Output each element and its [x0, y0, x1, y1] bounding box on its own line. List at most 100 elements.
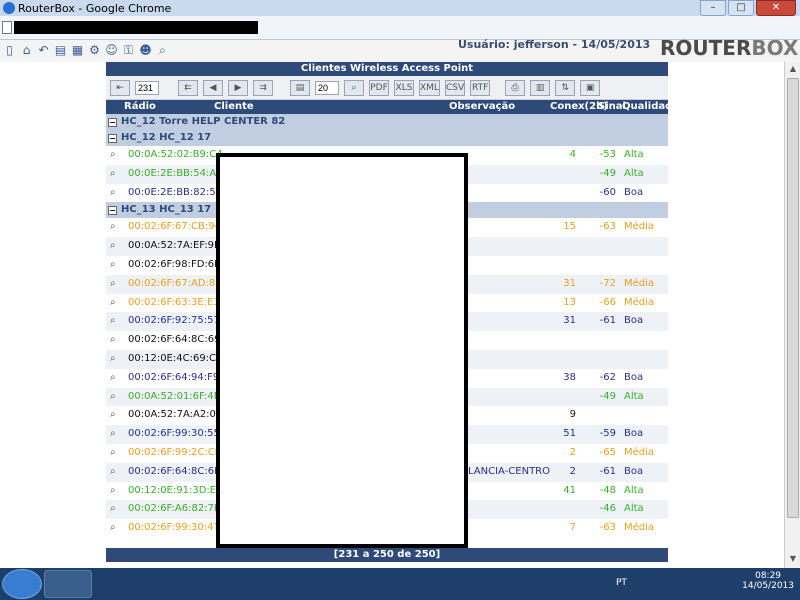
minimize-button[interactable]: – — [700, 0, 726, 16]
media-taskbar-button[interactable] — [192, 570, 240, 598]
xml-button[interactable]: XML — [419, 79, 440, 96]
window-title: RouterBox - Google Chrome — [18, 1, 172, 15]
firefox-taskbar-button[interactable] — [96, 570, 144, 598]
pdf-button[interactable]: PDF — [369, 79, 389, 96]
redacted-url — [14, 21, 258, 34]
magnifier-icon[interactable]: ⌕ — [110, 369, 116, 388]
rows-icon[interactable]: ▤ — [290, 79, 310, 96]
scrollbar[interactable]: ▲ ▼ — [784, 62, 800, 568]
magnifier-icon[interactable]: ⌕ — [110, 482, 116, 501]
rewind-button[interactable]: ⇇ — [178, 79, 198, 96]
magnifier-icon[interactable]: ⌕ — [110, 294, 116, 313]
csv-button[interactable]: CSV — [444, 79, 466, 96]
mac-address: 00:02:6F:99:2C:CB — [128, 446, 222, 458]
col-qualidade[interactable]: Qualidade — [622, 101, 679, 112]
qualidade: Alta — [624, 149, 644, 160]
folder-icon[interactable]: ▤ — [53, 43, 68, 58]
sinal: -53 — [599, 149, 616, 160]
magnifier-icon[interactable]: ⌕ — [110, 406, 116, 425]
app-taskbar-button[interactable] — [240, 570, 288, 598]
save-button[interactable]: ▣ — [580, 79, 601, 96]
magnifier-icon[interactable]: ⌕ — [110, 500, 116, 519]
scroll-down-icon[interactable]: ▼ — [787, 554, 799, 566]
col-obs[interactable]: Observação — [449, 101, 515, 112]
scroll-thumb[interactable] — [787, 78, 799, 518]
col-radio[interactable]: Rádio — [124, 101, 156, 112]
collapse-icon[interactable]: − — [108, 133, 117, 143]
mac-address: 00:02:6F:98:FD:6B — [128, 258, 222, 270]
group-header[interactable]: − HC_12 Torre HELP CENTER 82 — [106, 114, 668, 130]
forward-button[interactable]: ⇉ — [253, 79, 273, 96]
prev-button[interactable]: ◀ — [203, 79, 223, 96]
magnifier-icon[interactable]: ⌕ — [110, 444, 116, 463]
explorer-taskbar-button[interactable] — [144, 570, 192, 598]
close-button[interactable]: ✕ — [756, 0, 796, 16]
sinal: -60 — [599, 186, 616, 198]
mac-address: 00:02:6F:63:3E:E3 — [128, 296, 220, 308]
home-icon[interactable]: ⌂ — [19, 43, 34, 58]
col-cliente[interactable]: Cliente — [214, 101, 254, 112]
qualidade: Alta — [624, 167, 644, 179]
collapse-icon[interactable]: − — [108, 117, 117, 127]
sinal: -49 — [599, 390, 616, 402]
next-button[interactable]: ▶ — [228, 79, 248, 96]
maximize-button[interactable]: □ — [728, 0, 754, 16]
magnifier-icon[interactable]: ⌕ — [110, 275, 116, 294]
per-page-input[interactable] — [315, 80, 339, 95]
mac-address: 00:0E:2E:BB:54:AB — [128, 167, 224, 179]
collapse-icon[interactable]: − — [108, 205, 117, 215]
network-icon[interactable]: ⚙ — [87, 43, 102, 58]
table-header: Rádio Cliente Observação Conex(2h) Sinal… — [106, 100, 679, 114]
users-icon[interactable]: ☺ — [104, 43, 119, 58]
mac-address: 00:0A:52:02:B9:C4 — [128, 149, 223, 160]
back-icon[interactable]: ↶ — [36, 43, 51, 58]
mac-address: 00:02:6F:99:30:55 — [128, 428, 220, 440]
magnifier-icon[interactable]: ⌕ — [110, 165, 116, 184]
magnifier-icon[interactable]: ⌕ — [110, 350, 116, 369]
magnifier-icon[interactable]: ⌕ — [110, 331, 116, 350]
magnifier-icon[interactable]: ⌕ — [110, 237, 116, 256]
group-icon[interactable]: ☻ — [138, 43, 153, 58]
rtf-button[interactable]: RTF — [470, 79, 491, 96]
mac-address: 00:12:0E:91:3D:E7 — [128, 484, 223, 496]
search-button[interactable]: ⌕ — [344, 79, 364, 96]
clock[interactable]: 08:29 14/05/2013 — [742, 571, 794, 591]
group-header[interactable]: − HC_12 HC_12 17 — [106, 130, 668, 146]
language-indicator[interactable]: PT — [616, 578, 627, 588]
page-input[interactable] — [135, 80, 159, 95]
sinal: -59 — [599, 428, 616, 440]
columns-button[interactable]: ▥ — [530, 79, 551, 96]
pagination-footer: [231 a 250 de 250] — [106, 548, 668, 562]
magnifier-icon[interactable]: ⌕ — [110, 184, 116, 203]
search-icon[interactable]: ⌕ — [155, 43, 170, 58]
conexoes: 2 — [569, 465, 576, 477]
conexoes: 9 — [569, 409, 576, 421]
magnifier-icon[interactable]: ⌕ — [110, 463, 116, 482]
routerbox-logo: ROUTERBOX — [660, 36, 799, 60]
xls-button[interactable]: XLS — [394, 79, 414, 96]
lock-icon[interactable]: ⚿ — [121, 43, 136, 58]
magnifier-icon[interactable]: ⌕ — [110, 256, 116, 275]
mac-address: 00:02:6F:A6:82:7B — [128, 503, 221, 515]
magnifier-icon[interactable]: ⌕ — [110, 146, 116, 165]
magnifier-icon[interactable]: ⌕ — [110, 312, 116, 331]
magnifier-icon[interactable]: ⌕ — [110, 425, 116, 444]
start-button[interactable] — [2, 569, 42, 599]
sinal: -46 — [599, 503, 616, 515]
magnifier-icon[interactable]: ⌕ — [110, 519, 116, 538]
window-icon[interactable]: ▦ — [70, 43, 85, 58]
document-icon[interactable]: ▯ — [2, 43, 17, 58]
mac-address: 00:02:6F:64:8C:69 — [128, 334, 221, 346]
chrome-taskbar-button[interactable] — [44, 570, 92, 598]
scroll-up-icon[interactable]: ▲ — [787, 64, 799, 76]
print-button[interactable]: ⎙ — [505, 79, 526, 96]
magnifier-icon[interactable]: ⌕ — [110, 388, 116, 407]
mac-address: 00:02:6F:64:8C:6D — [128, 465, 222, 477]
mac-address: 00:0E:2E:BB:82:52 — [128, 186, 223, 198]
qualidade: Média — [624, 277, 655, 289]
first-page-button[interactable]: ⇤ — [110, 79, 130, 96]
magnifier-icon[interactable]: ⌕ — [110, 218, 116, 237]
sinal: -66 — [599, 296, 616, 308]
panel-title: Clientes Wireless Access Point — [106, 62, 668, 76]
sort-button[interactable]: ⇅ — [555, 79, 576, 96]
